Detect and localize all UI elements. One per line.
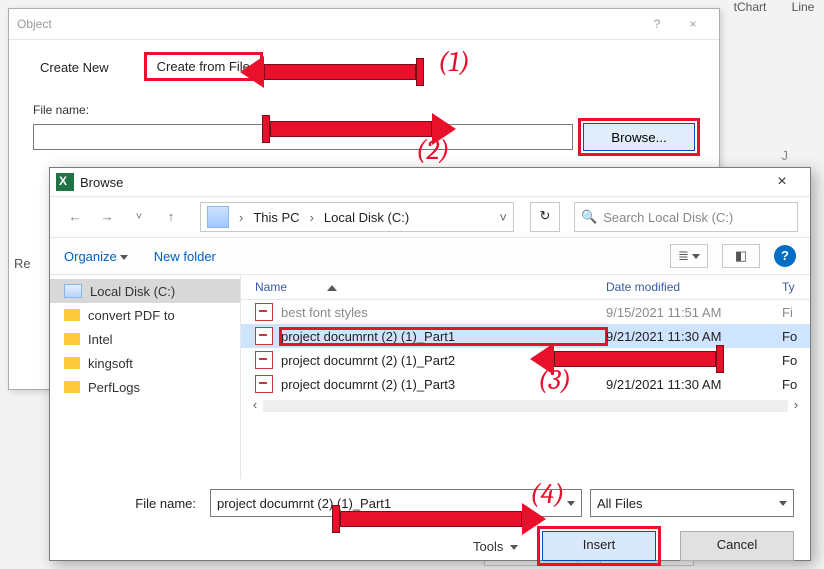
cancel-button[interactable]: Cancel [680, 531, 794, 561]
folder-tree: Local Disk (C:) convert PDF to Intel kin… [50, 275, 241, 479]
nav-back-button[interactable]: ← [62, 204, 88, 230]
ribbon-line[interactable]: Line [784, 0, 822, 14]
annotation-arrow-4 [332, 503, 546, 535]
file-list-header[interactable]: Name Date modified Ty [241, 275, 810, 300]
dialog-close-button[interactable]: × [675, 9, 711, 39]
breadcrumb-drive[interactable]: Local Disk (C:) [324, 210, 409, 225]
search-icon: 🔍 [581, 209, 597, 225]
sort-asc-icon [327, 285, 337, 291]
folder-icon [64, 309, 80, 321]
browse-button[interactable]: Browse... [583, 123, 695, 151]
file-name: best font styles [281, 305, 606, 320]
background-label: Re [14, 256, 31, 271]
scroll-track[interactable] [263, 400, 788, 412]
folder-icon [64, 381, 80, 393]
view-options-button[interactable]: ≣ [670, 244, 708, 268]
pdf-icon [255, 351, 273, 369]
tree-label: Intel [88, 332, 113, 347]
pdf-icon [255, 327, 273, 345]
tree-item-folder[interactable]: PerfLogs [50, 375, 240, 399]
search-placeholder: Search Local Disk (C:) [603, 210, 733, 225]
help-button[interactable]: ? [774, 245, 796, 267]
pdf-icon [255, 303, 273, 321]
file-row[interactable]: project documrnt (2) (1)_Part3 9/21/2021… [241, 372, 810, 396]
horizontal-scrollbar[interactable]: ‹ › [247, 398, 804, 414]
tab-create-new[interactable]: Create New [29, 55, 120, 79]
scroll-right-icon[interactable]: › [788, 398, 804, 414]
grid-column-letter: J [782, 148, 789, 163]
refresh-button[interactable]: ↻ [530, 202, 560, 232]
breadcrumb-dropdown-icon[interactable]: ˅ [499, 210, 507, 225]
tree-label: PerfLogs [88, 380, 140, 395]
tree-label: Local Disk (C:) [90, 284, 175, 299]
drive-icon [207, 206, 229, 228]
annotation-number-1: (1) [438, 46, 470, 78]
dialog-help-button[interactable]: ? [639, 9, 675, 39]
breadcrumb-bar[interactable]: This PC Local Disk (C:) ˅ [200, 202, 514, 232]
file-date: 9/21/2021 11:30 AM [606, 377, 782, 392]
file-type: Fi [782, 305, 810, 320]
ribbon-pivotchart[interactable]: tChart [725, 0, 775, 14]
drive-icon [64, 284, 82, 298]
breadcrumb-this-pc[interactable]: This PC [253, 210, 299, 225]
search-input[interactable]: 🔍 Search Local Disk (C:) [574, 202, 798, 232]
annotation-number-2: (2) [416, 134, 450, 166]
scroll-left-icon[interactable]: ‹ [247, 398, 263, 414]
browse-dialog-title: Browse [80, 175, 123, 190]
tree-label: convert PDF to [88, 308, 175, 323]
col-name[interactable]: Name [255, 280, 287, 294]
tools-menu[interactable]: Tools [473, 539, 518, 554]
browse-close-button[interactable]: × [760, 168, 804, 196]
file-type: Fo [782, 329, 810, 344]
file-type: Fo [782, 377, 810, 392]
filter-label: All Files [597, 496, 643, 511]
tree-item-folder[interactable]: kingsoft [50, 351, 240, 375]
annotation-number-3: (3) [538, 364, 571, 396]
tree-item-drive[interactable]: Local Disk (C:) [50, 279, 240, 303]
file-name: project documrnt (2) (1)_Part1 [281, 329, 606, 344]
tree-item-folder[interactable]: convert PDF to [50, 303, 240, 327]
file-type-filter[interactable]: All Files [590, 489, 794, 517]
annotation-number-4: (4) [530, 478, 565, 510]
insert-button[interactable]: Insert [542, 531, 656, 561]
file-row-selected[interactable]: project documrnt (2) (1)_Part1 9/21/2021… [241, 324, 810, 348]
chevron-down-icon [779, 501, 787, 506]
file-type: Fo [782, 353, 810, 368]
tree-label: kingsoft [88, 356, 133, 371]
folder-icon [64, 333, 80, 345]
preview-pane-button[interactable]: ◧ [722, 244, 760, 268]
tree-item-folder[interactable]: Intel [50, 327, 240, 351]
object-dialog-title: Object [17, 9, 52, 39]
nav-up-button[interactable]: ↑ [158, 204, 184, 230]
file-row[interactable]: best font styles 9/15/2021 11:51 AM Fi [241, 300, 810, 324]
file-date: 9/21/2021 11:30 AM [606, 329, 782, 344]
annotation-arrow-1 [240, 56, 424, 88]
chevron-down-icon[interactable] [567, 501, 575, 506]
footer-file-name-label: File name: [66, 496, 202, 511]
file-date: 9/15/2021 11:51 AM [606, 305, 782, 320]
file-row[interactable]: project documrnt (2) (1)_Part2 9/21/2021… [241, 348, 810, 372]
col-type[interactable]: Ty [782, 280, 810, 294]
organize-menu[interactable]: Organize [64, 249, 128, 264]
nav-forward-button[interactable]: → [94, 204, 120, 230]
new-folder-button[interactable]: New folder [154, 249, 216, 264]
excel-icon [56, 173, 74, 191]
file-list: Name Date modified Ty best font styles 9… [241, 275, 810, 479]
pdf-icon [255, 375, 273, 393]
col-date[interactable]: Date modified [606, 280, 782, 294]
nav-recent-dropdown[interactable]: ˅ [126, 204, 152, 230]
folder-icon [64, 357, 80, 369]
